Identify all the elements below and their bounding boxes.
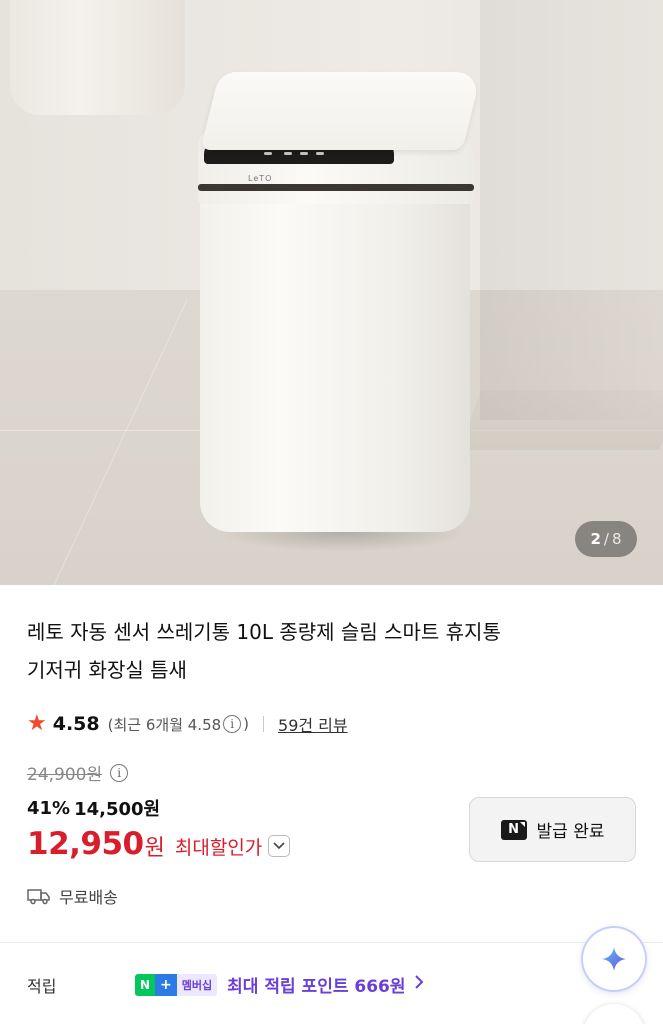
chevron-right-icon bbox=[414, 974, 424, 995]
bin-body bbox=[200, 192, 470, 532]
best-price-row: 12,950 원 최대할인가 bbox=[27, 826, 291, 862]
points-row[interactable]: 적립 N + 멤버십 최대 적립 포인트 666원 bbox=[27, 972, 587, 997]
naver-n-icon: N bbox=[500, 819, 527, 840]
discount-row: 41% 14,500원 bbox=[27, 795, 160, 821]
wall-shadow bbox=[480, 0, 663, 420]
best-price-label: 최대할인가 bbox=[174, 836, 263, 859]
ai-assistant-button[interactable] bbox=[583, 928, 645, 990]
info-icon[interactable]: i bbox=[223, 715, 242, 733]
sparkle-icon bbox=[602, 947, 626, 971]
product-title-line-2: 기저귀 화장실 틈새 bbox=[27, 658, 187, 682]
secondary-floating-button[interactable] bbox=[583, 1004, 645, 1024]
discount-percent: 41% bbox=[27, 797, 71, 819]
image-counter-current: 2 bbox=[590, 530, 601, 548]
background-vase bbox=[10, 0, 185, 115]
divider bbox=[263, 716, 265, 732]
original-price-row: 24,900원 i bbox=[27, 760, 130, 785]
rating-row: ★ 4.58 (최근 6개월 4.58 i ) 59건 리뷰 bbox=[27, 707, 348, 741]
bin-lid-top bbox=[200, 72, 482, 150]
recent-rating-label: (최근 6개월 4.58 bbox=[107, 715, 222, 734]
coupon-button-label: 발급 완료 bbox=[536, 822, 605, 842]
points-text: 최대 적립 포인트 666원 bbox=[227, 977, 406, 997]
section-divider bbox=[0, 942, 663, 943]
product-image-gallery[interactable]: LeTO 2 / 8 bbox=[0, 0, 663, 585]
bin-band bbox=[198, 184, 474, 191]
naver-plus-membership-badge: N + 멤버십 bbox=[135, 973, 218, 996]
coupon-issued-button[interactable]: N 발급 완료 bbox=[469, 797, 636, 862]
recent-rating: (최근 6개월 4.58 i ) bbox=[108, 714, 249, 735]
shipping-label: 무료배송 bbox=[59, 888, 118, 907]
shipping-row: 무료배송 bbox=[27, 884, 118, 908]
product-trash-can-image: LeTO bbox=[198, 72, 482, 552]
chevron-down-icon[interactable] bbox=[268, 835, 291, 857]
reviews-link[interactable]: 59건 리뷰 bbox=[278, 712, 348, 736]
image-counter-separator: / bbox=[603, 530, 609, 548]
truck-icon bbox=[27, 889, 50, 905]
naver-n-badge: N bbox=[135, 973, 156, 996]
recent-rating-close: ) bbox=[243, 715, 250, 733]
membership-badge: 멤버십 bbox=[176, 973, 218, 996]
best-price-currency: 원 bbox=[144, 836, 165, 861]
bin-brand-logo: LeTO bbox=[248, 174, 273, 183]
image-counter-total: 8 bbox=[611, 530, 622, 548]
plus-badge: + bbox=[155, 973, 177, 996]
image-counter: 2 / 8 bbox=[575, 521, 637, 557]
rating-score: 4.58 bbox=[52, 713, 100, 735]
best-price: 12,950 bbox=[27, 826, 144, 862]
points-label: 적립 bbox=[27, 976, 57, 996]
product-title-line-1: 레토 자동 센서 쓰레기통 10L 종량제 슬림 스마트 휴지통 bbox=[27, 620, 501, 644]
discounted-price: 14,500원 bbox=[74, 799, 161, 820]
original-price: 24,900원 bbox=[27, 765, 103, 785]
star-icon: ★ bbox=[27, 711, 47, 736]
product-title: 레토 자동 센서 쓰레기통 10L 종량제 슬림 스마트 휴지통 기저귀 화장실… bbox=[27, 613, 627, 689]
info-icon[interactable]: i bbox=[110, 763, 129, 782]
